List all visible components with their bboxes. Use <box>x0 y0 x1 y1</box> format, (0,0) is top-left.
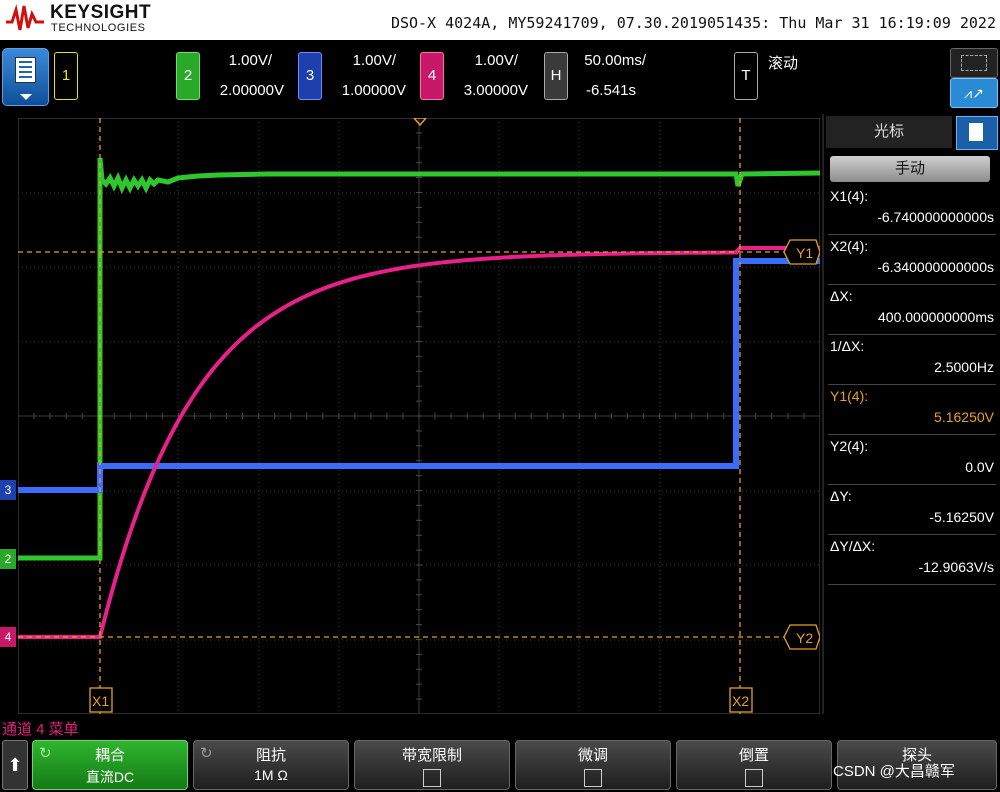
chevron-down-icon <box>20 94 32 100</box>
softkey-fine[interactable]: 微调 <box>515 740 671 790</box>
inverse-delta-x-value: 2.5000Hz <box>934 359 994 375</box>
cursor-y2-readout: Y2(4): 0.0V <box>830 438 994 475</box>
cursor-x1-readout: X1(4): -6.740000000000s <box>830 188 994 225</box>
rotate-knob-icon: ↻ <box>200 745 213 762</box>
invert-checkbox[interactable] <box>745 769 763 787</box>
touch-control-icon[interactable]: ⩘↗ <box>950 78 998 108</box>
channel-2-ground-marker[interactable]: 2 <box>0 549 16 569</box>
menu-title: 通道 4 菜单 <box>2 721 79 738</box>
fine-checkbox[interactable] <box>584 769 602 787</box>
channel-3-ground-marker[interactable]: 3 <box>0 480 16 500</box>
inverse-delta-x-label: 1/ΔX: <box>830 338 865 354</box>
cursor-y2-label: Y2 <box>796 630 813 646</box>
channel-1-box[interactable]: 1 <box>54 52 78 100</box>
cursor-x1-label-text: X1(4): <box>830 188 869 204</box>
inverse-delta-x-readout: 1/ΔX: 2.5000Hz <box>830 338 994 375</box>
device-info: DSO-X 4024A, MY59241709, 07.30.201905143… <box>390 14 996 32</box>
cursor-y1-value: 5.16250V <box>934 409 994 425</box>
cursor-panel: 光标 手动 X1(4): -6.740000000000s X2(4): -6.… <box>822 114 1000 714</box>
cursor-x2-readout: X2(4): -6.340000000000s <box>830 238 994 275</box>
cursor-x2-label: X2 <box>732 693 749 709</box>
channel-2-offset: 2.00000V <box>219 82 284 99</box>
softkey-impedance[interactable]: ↻ 阻抗 1M Ω <box>193 740 349 790</box>
delta-y-readout: ΔY: -5.16250V <box>830 488 994 525</box>
delta-x-label: ΔX: <box>830 288 853 304</box>
delta-x-readout: ΔX: 400.000000000ms <box>830 288 994 325</box>
menu-list-icon <box>15 57 36 83</box>
cursor-y1-label: Y1 <box>796 245 813 261</box>
delta-y-label: ΔY: <box>830 488 852 504</box>
channel-4-ground-marker[interactable]: 4 <box>0 627 16 647</box>
top-header: KEYSIGHT TECHNOLOGIES DSO-X 4024A, MY592… <box>0 0 1000 40</box>
bw-limit-checkbox[interactable] <box>423 769 441 787</box>
main-menu-button[interactable] <box>2 48 49 106</box>
delay-value: -6.541s <box>585 82 636 99</box>
brand-name: KEYSIGHT <box>50 2 152 23</box>
waveform-display[interactable]: Y1 Y2 X1 X2 <box>18 118 820 714</box>
channel-4-scale: 1.00V/ <box>474 52 518 69</box>
channel-3-scale: 1.00V/ <box>352 52 396 69</box>
arrow-up-icon: ⬆ <box>7 755 23 775</box>
channel-bar: 1 2 1.00V/ 2.00000V 3 1.00V/ 1.00000V 4 … <box>0 40 1000 112</box>
watermark: CSDN @大昌赣军 <box>833 763 955 780</box>
timebase-value: 50.00ms/ <box>584 52 646 69</box>
cursor-x2-label-text: X2(4): <box>830 238 869 254</box>
cursor-x2-value: -6.340000000000s <box>877 259 994 275</box>
tab-cursors[interactable]: 光标 <box>826 116 952 148</box>
delta-x-value: 400.000000000ms <box>878 309 994 325</box>
menu-back-button[interactable]: ⬆ <box>2 740 28 790</box>
channel-3-offset: 1.00000V <box>341 82 406 99</box>
zoom-select-icon[interactable] <box>950 48 998 78</box>
cursor-x1-value: -6.740000000000s <box>877 209 994 225</box>
cursor-mode-button[interactable]: 手动 <box>830 156 990 182</box>
rotate-knob-icon: ↻ <box>39 745 52 762</box>
cursor-y2-label-text: Y2(4): <box>830 438 869 454</box>
cursor-y1-label-text: Y1(4): <box>830 388 869 404</box>
cursor-y2-value: 0.0V <box>965 459 994 475</box>
display-controls: ⩘↗ <box>950 48 998 108</box>
cursor-x1-label: X1 <box>92 693 109 709</box>
softkey-bw-limit[interactable]: 带宽限制 <box>354 740 510 790</box>
panel-menu-icon[interactable] <box>956 116 998 150</box>
slope-value: -12.9063V/s <box>918 559 995 575</box>
trigger-mode: 滚动 <box>768 55 799 72</box>
softkey-coupling[interactable]: ↻ 耦合 直流DC <box>32 740 188 790</box>
delta-y-value: -5.16250V <box>929 509 994 525</box>
brand-subtitle: TECHNOLOGIES <box>51 22 146 34</box>
channel-4-offset: 3.00000V <box>463 82 528 99</box>
channel-2-scale: 1.00V/ <box>228 52 272 69</box>
cursor-y1-readout: Y1(4): 5.16250V <box>830 388 994 425</box>
keysight-logo-icon <box>6 4 44 31</box>
slope-label: ΔY/ΔX: <box>830 538 876 554</box>
trigger-box[interactable]: T <box>734 52 758 100</box>
softkey-invert[interactable]: 倒置 <box>676 740 832 790</box>
slope-readout: ΔY/ΔX: -12.9063V/s <box>830 538 994 575</box>
